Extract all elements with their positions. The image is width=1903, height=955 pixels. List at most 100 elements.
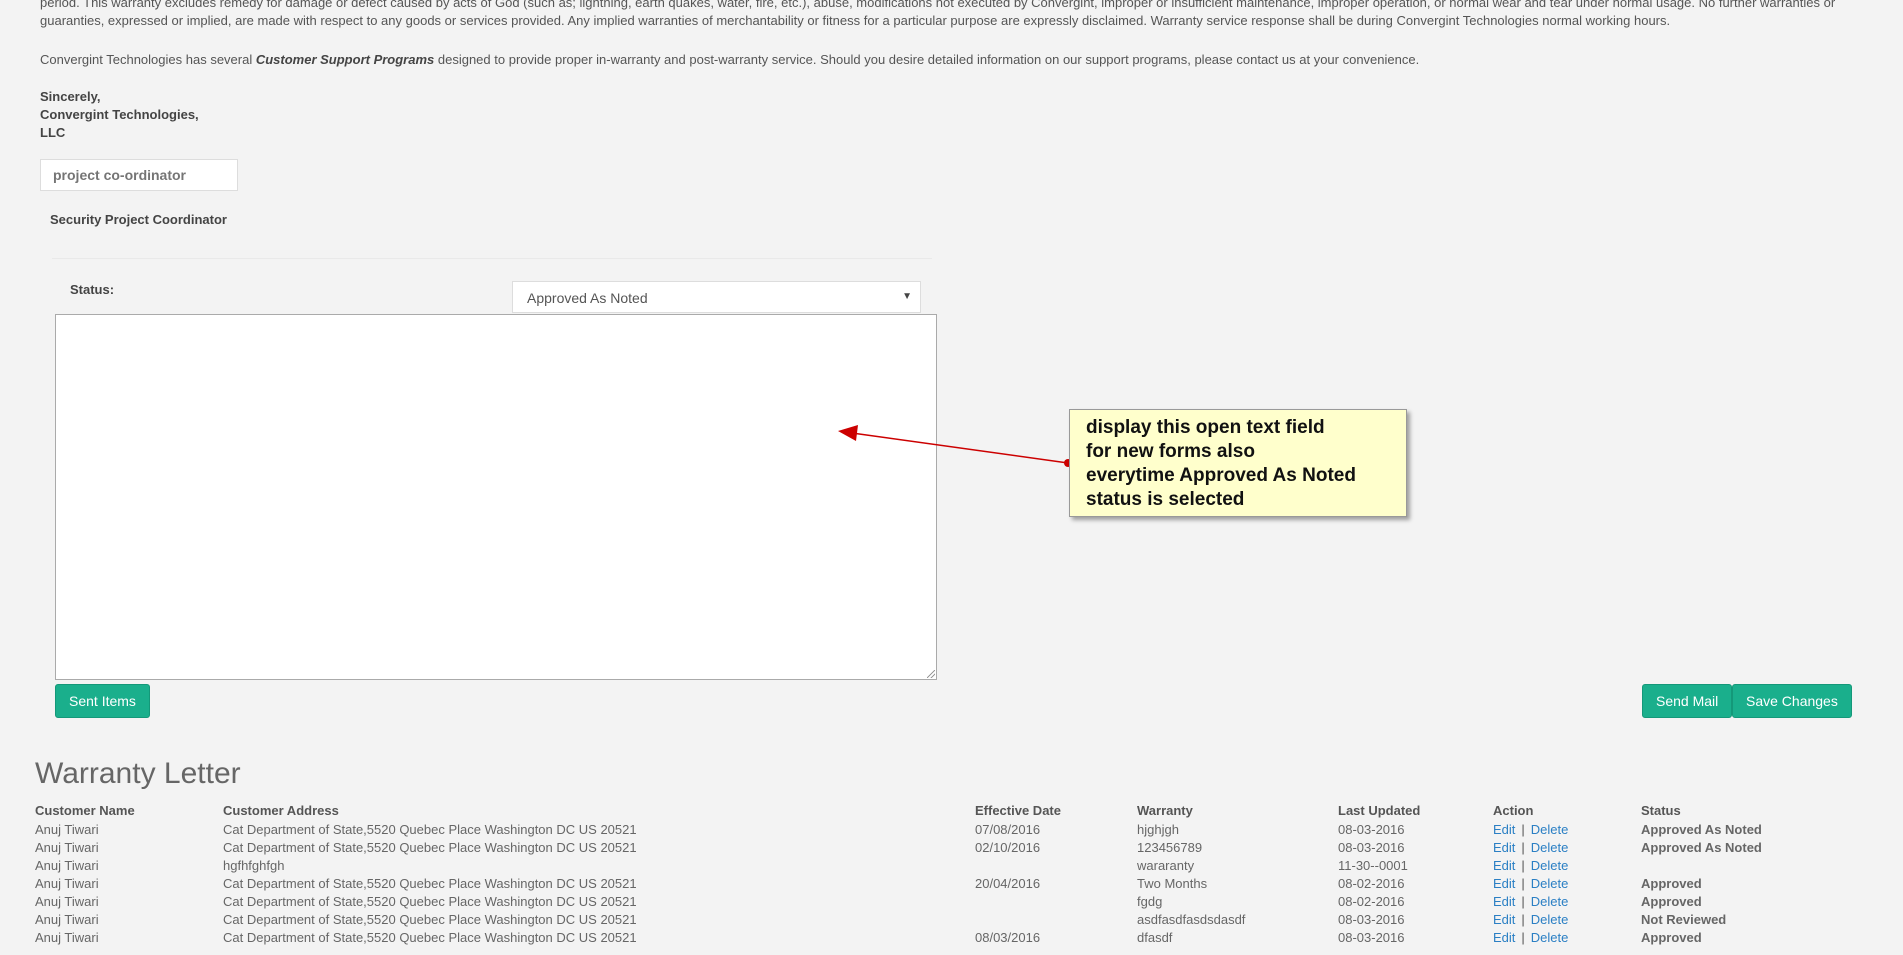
support-programs-emphasis: Customer Support Programs — [255, 52, 435, 67]
action-separator: | — [1521, 911, 1525, 927]
cell-customer-address: Cat Department of State,5520 Quebec Plac… — [223, 911, 637, 927]
save-changes-button[interactable]: Save Changes — [1732, 684, 1852, 718]
cell-customer-name: Anuj Tiwari — [35, 893, 99, 909]
cell-warranty: fgdg — [1137, 893, 1163, 909]
support-paragraph: Convergint Technologies has several Cust… — [40, 51, 1880, 69]
column-header-customer-name: Customer Name — [35, 802, 135, 818]
column-header-last-updated: Last Updated — [1338, 802, 1421, 818]
delete-link[interactable]: Delete — [1531, 840, 1569, 855]
table-row: Anuj Tiwari Cat Department of State,5520 … — [35, 910, 1801, 928]
table-row: Anuj Tiwari Cat Department of State,5520 … — [35, 874, 1801, 892]
cell-last-updated: 08-03-2016 — [1338, 821, 1405, 837]
cell-customer-address: Cat Department of State,5520 Quebec Plac… — [223, 875, 637, 891]
edit-link[interactable]: Edit — [1493, 840, 1515, 855]
cell-customer-address: Cat Department of State,5520 Quebec Plac… — [223, 821, 637, 837]
delete-link[interactable]: Delete — [1531, 876, 1569, 891]
status-select[interactable]: Approved As Noted ▼ — [512, 281, 921, 313]
resize-handle-icon[interactable] — [927, 670, 935, 678]
warranty-letter-rows: Anuj Tiwari Cat Department of State,5520 … — [35, 820, 1801, 946]
delete-link[interactable]: Delete — [1531, 858, 1569, 873]
edit-link[interactable]: Edit — [1493, 858, 1515, 873]
column-header-effective-date: Effective Date — [975, 802, 1061, 818]
table-row: Anuj Tiwari Cat Department of State,5520 … — [35, 820, 1801, 838]
project-coordinator-input[interactable] — [40, 159, 238, 191]
support-text-after: designed to provide proper in-warranty a… — [434, 52, 1420, 67]
cell-customer-name: Anuj Tiwari — [35, 821, 99, 837]
cell-action: Edit | Delete — [1493, 856, 1641, 874]
cell-customer-address: Cat Department of State,5520 Quebec Plac… — [223, 929, 637, 945]
warranty-paragraph: period. This warranty excludes remedy fo… — [40, 0, 1836, 28]
cell-customer-name: Anuj Tiwari — [35, 911, 99, 927]
cell-warranty: asdfasdfasdsdasdf — [1137, 911, 1246, 927]
cell-effective-date — [975, 856, 1137, 874]
delete-link[interactable]: Delete — [1531, 930, 1569, 945]
cell-status — [1641, 856, 1801, 874]
status-label: Status: — [70, 282, 115, 297]
cell-customer-name: Anuj Tiwari — [35, 875, 99, 891]
signature-block: Sincerely, Convergint Technologies, LLC — [40, 88, 199, 142]
sent-items-button[interactable]: Sent Items — [55, 684, 150, 718]
action-separator: | — [1521, 893, 1525, 909]
chevron-down-icon: ▼ — [902, 291, 912, 302]
edit-link[interactable]: Edit — [1493, 912, 1515, 927]
cell-warranty: 123456789 — [1137, 839, 1203, 855]
cell-effective-date — [975, 910, 1137, 928]
signature-line: Sincerely, — [40, 89, 101, 104]
column-header-action: Action — [1493, 802, 1534, 818]
cell-effective-date: 02/10/2016 — [975, 839, 1041, 855]
column-header-status: Status — [1641, 802, 1681, 818]
warranty-letter-heading: Warranty Letter — [35, 757, 241, 790]
table-header-row: Customer Name Customer Address Effective… — [35, 800, 1801, 820]
delete-link[interactable]: Delete — [1531, 894, 1569, 909]
annotation-line: for new forms also — [1086, 441, 1255, 462]
send-mail-button[interactable]: Send Mail — [1642, 684, 1733, 718]
coordinator-title: Security Project Coordinator — [50, 212, 227, 227]
cell-last-updated: 08-02-2016 — [1338, 875, 1405, 891]
action-separator: | — [1521, 875, 1525, 891]
table-row: Anuj Tiwari Cat Department of State,5520 … — [35, 928, 1801, 946]
action-separator: | — [1521, 839, 1525, 855]
table-row: Anuj Tiwari hgfhfghfgh wararanty 11-30--000… — [35, 856, 1801, 874]
edit-link[interactable]: Edit — [1493, 876, 1515, 891]
cell-last-updated: 08-03-2016 — [1338, 929, 1405, 945]
edit-link[interactable]: Edit — [1493, 822, 1515, 837]
cell-action: Edit | Delete — [1493, 892, 1641, 910]
cell-warranty: wararanty — [1137, 857, 1195, 873]
cell-effective-date: 08/03/2016 — [975, 929, 1041, 945]
cell-customer-address: hgfhfghfgh — [223, 857, 285, 873]
cell-effective-date: 07/08/2016 — [975, 821, 1041, 837]
status-selected-value: Approved As Noted — [527, 290, 648, 306]
action-separator: | — [1521, 821, 1525, 837]
action-separator: | — [1521, 857, 1525, 873]
notes-textarea[interactable] — [55, 314, 937, 680]
cell-status: Approved — [1641, 875, 1702, 891]
delete-link[interactable]: Delete — [1531, 822, 1569, 837]
annotation-callout: display this open text field for new for… — [1069, 409, 1407, 517]
edit-link[interactable]: Edit — [1493, 894, 1515, 909]
cell-effective-date: 20/04/2016 — [975, 875, 1041, 891]
cell-action: Edit | Delete — [1493, 874, 1641, 892]
signature-company: Convergint Technologies, — [40, 107, 199, 122]
support-text-before: Convergint Technologies has several — [40, 52, 256, 67]
cell-last-updated: 08-02-2016 — [1338, 893, 1405, 909]
cell-last-updated: 11-30--0001 — [1338, 857, 1408, 873]
cell-action: Edit | Delete — [1493, 820, 1641, 838]
cell-customer-name: Anuj Tiwari — [35, 929, 99, 945]
cell-customer-address: Cat Department of State,5520 Quebec Plac… — [223, 893, 637, 909]
column-header-warranty: Warranty — [1137, 802, 1193, 818]
cell-action: Edit | Delete — [1493, 928, 1641, 946]
edit-link[interactable]: Edit — [1493, 930, 1515, 945]
cell-last-updated: 08-03-2016 — [1338, 911, 1405, 927]
cell-warranty: Two Months — [1137, 875, 1208, 891]
warranty-letter-table: Customer Name Customer Address Effective… — [35, 800, 1801, 946]
cell-status: Approved As Noted — [1641, 821, 1762, 837]
cell-customer-address: Cat Department of State,5520 Quebec Plac… — [223, 839, 637, 855]
action-separator: | — [1521, 929, 1525, 945]
cell-customer-name: Anuj Tiwari — [35, 839, 99, 855]
table-row: Anuj Tiwari Cat Department of State,5520 … — [35, 838, 1801, 856]
cell-action: Edit | Delete — [1493, 910, 1641, 928]
delete-link[interactable]: Delete — [1531, 912, 1569, 927]
cell-customer-name: Anuj Tiwari — [35, 857, 99, 873]
cell-status: Not Reviewed — [1641, 911, 1727, 927]
column-header-customer-address: Customer Address — [223, 802, 339, 818]
